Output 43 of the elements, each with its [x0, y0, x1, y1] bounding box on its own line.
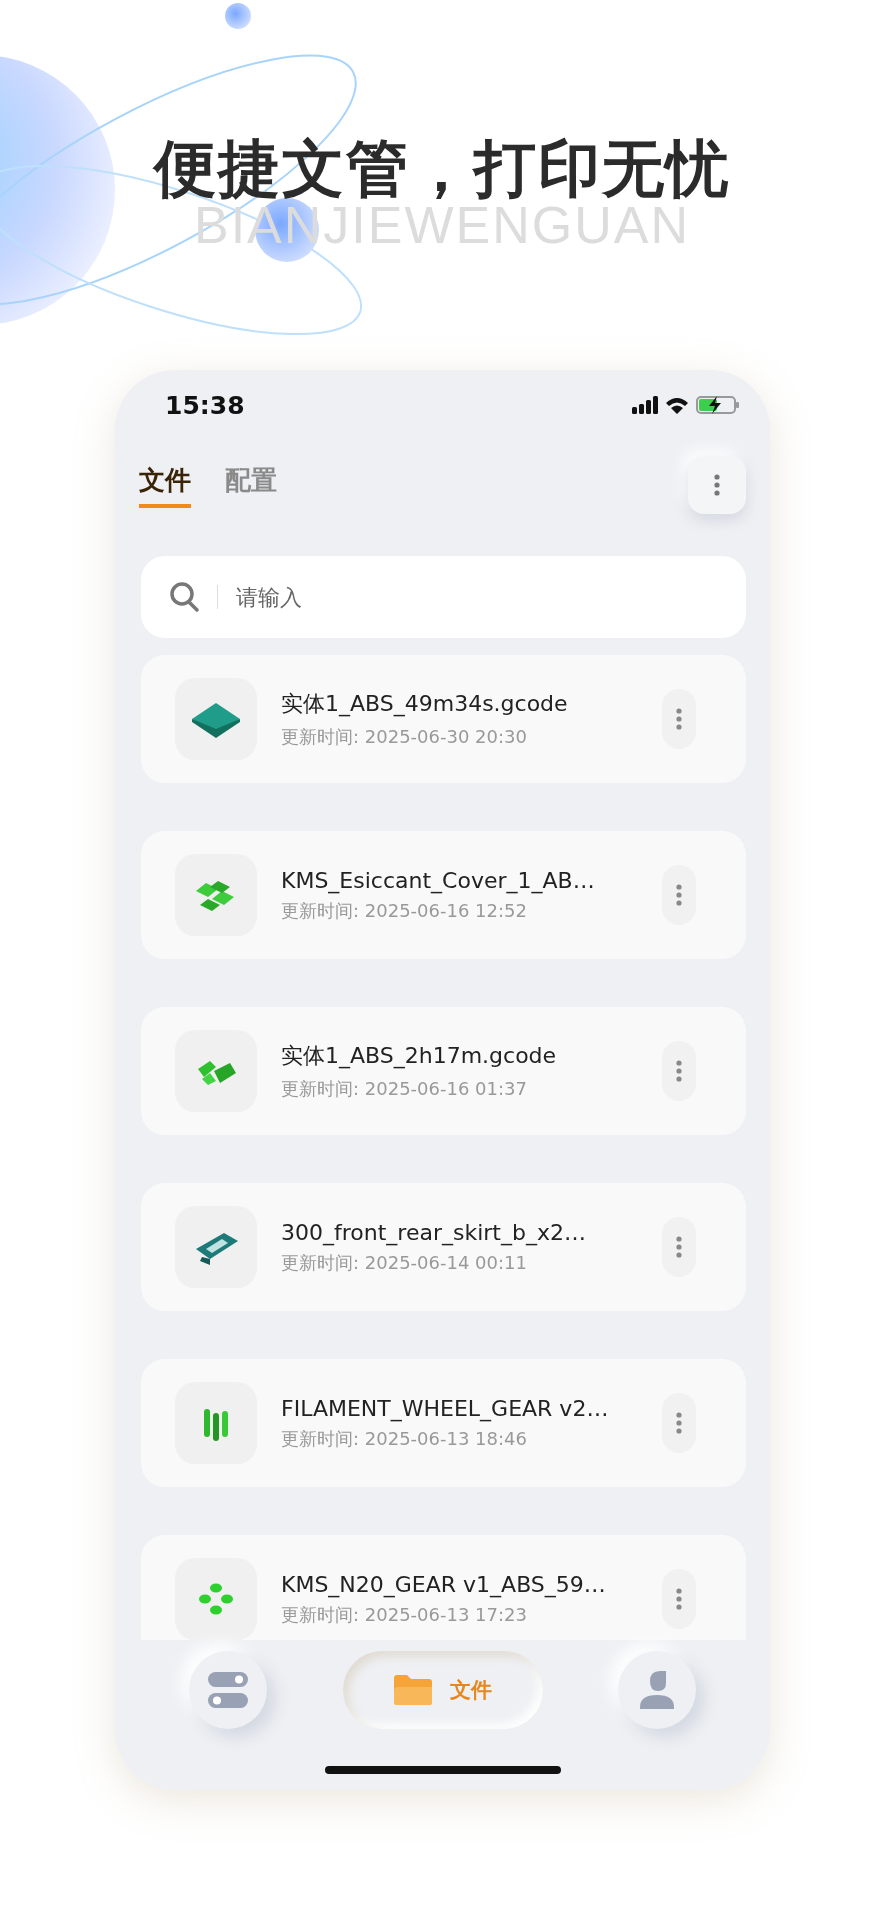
file-updated-time: 更新时间: 2025-06-30 20:30: [281, 725, 528, 749]
more-icon: [676, 708, 682, 730]
file-card[interactable]: KMS_Esiccant_Cover_1_AB… 更新时间: 2025-06-16 12:52: [141, 831, 746, 959]
signal-icon: [632, 396, 658, 414]
file-more-button[interactable]: [662, 1569, 696, 1629]
file-name: 实体1_ABS_2h17m.gcode: [281, 1042, 558, 1071]
search-field[interactable]: 请输入: [141, 556, 746, 638]
battery-icon: [696, 395, 740, 415]
folder-icon: [393, 1675, 432, 1705]
file-updated-time: 更新时间: 2025-06-13 18:46: [281, 1426, 528, 1451]
file-name: KMS_N20_GEAR v1_ABS_59…: [281, 1571, 607, 1597]
file-more-button[interactable]: [662, 1393, 696, 1453]
file-updated-time: 更新时间: 2025-06-14 00:11: [281, 1250, 528, 1275]
file-card[interactable]: 实体1_ABS_49m34s.gcode 更新时间: 2025-06-30 20:30: [141, 655, 746, 783]
file-more-button[interactable]: [662, 1041, 696, 1101]
search-input[interactable]: 请输入: [234, 583, 718, 611]
headline: 便捷文管，打印无忧: [154, 135, 730, 204]
more-icon: [714, 474, 720, 496]
more-icon: [676, 1588, 682, 1610]
file-name: 实体1_ABS_49m34s.gcode: [281, 690, 569, 719]
tab[interactable]: 文件: [139, 462, 191, 508]
search-icon: [169, 581, 201, 613]
more-icon: [676, 1412, 682, 1434]
file-more-button[interactable]: [662, 689, 696, 749]
file-name: FILAMENT_WHEEL_GEAR v2…: [281, 1395, 610, 1421]
person-icon: [640, 1671, 674, 1709]
file-updated-time: 更新时间: 2025-06-13 17:23: [281, 1602, 528, 1627]
wifi-icon: [666, 396, 688, 414]
file-updated-time: 更新时间: 2025-06-16 01:37: [281, 1077, 528, 1101]
status-time: 15:38: [165, 390, 245, 420]
file-card[interactable]: 300_front_rear_skirt_b_x2… 更新时间: 2025-06-14 00:11: [141, 1183, 746, 1311]
file-updated-time: 更新时间: 2025-06-16 12:52: [281, 898, 528, 923]
file-more-button[interactable]: [662, 1217, 696, 1277]
file-card[interactable]: FILAMENT_WHEEL_GEAR v2… 更新时间: 2025-06-13 18:46: [141, 1359, 746, 1487]
file-card[interactable]: KMS_N20_GEAR v1_ABS_59… 更新时间: 2025-06-13 17:23: [141, 1535, 746, 1640]
file-name: 300_front_rear_skirt_b_x2…: [281, 1219, 587, 1245]
file-card[interactable]: 实体1_ABS_2h17m.gcode 更新时间: 2025-06-16 01:37: [141, 1007, 746, 1135]
file-more-button[interactable]: [662, 865, 696, 925]
file-name: KMS_Esiccant_Cover_1_AB…: [281, 867, 596, 893]
more-icon: [676, 1236, 682, 1258]
toggles-icon: [208, 1672, 248, 1708]
more-icon: [676, 1060, 682, 1082]
more-icon: [676, 884, 682, 906]
